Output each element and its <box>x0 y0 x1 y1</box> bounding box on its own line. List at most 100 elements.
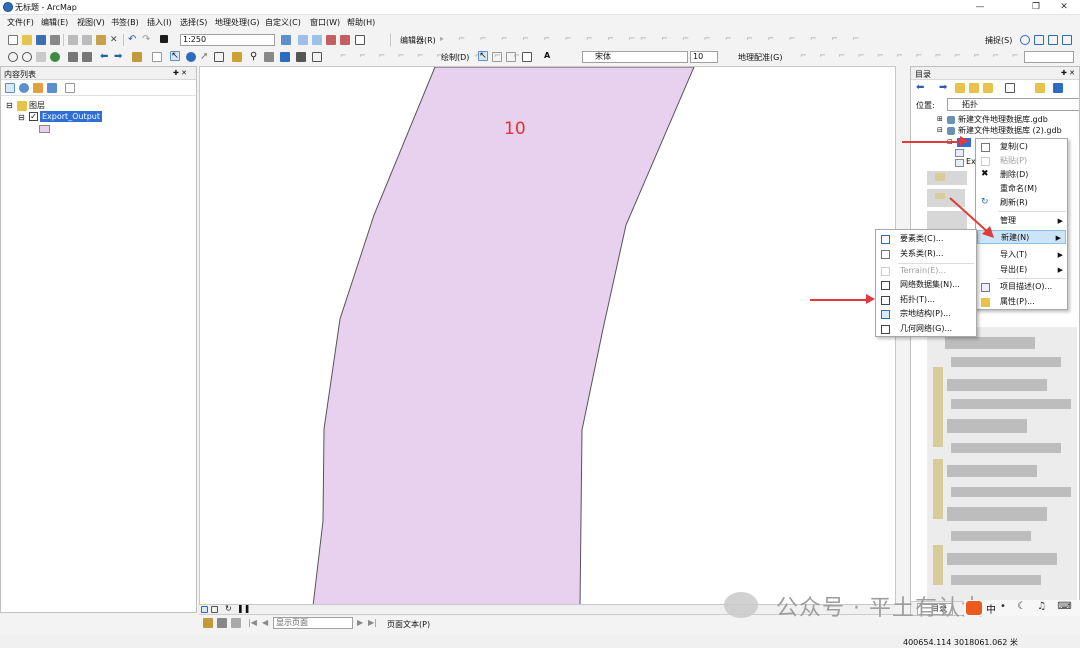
menu-bookmarks[interactable]: 书签(B) <box>111 17 139 28</box>
list-by-selection-icon[interactable] <box>47 83 57 93</box>
catalog-home-icon[interactable] <box>969 83 979 93</box>
time-slider-icon[interactable] <box>296 52 306 62</box>
catalog-pin-close[interactable]: ✚ ✕ <box>1061 69 1075 77</box>
font-size-select[interactable]: 10 <box>690 51 718 63</box>
tree-expand-icon[interactable]: ⊟ <box>937 126 943 134</box>
scale-input[interactable]: 1:250 <box>180 34 275 46</box>
ime-mode-icon[interactable]: 中 <box>986 601 996 616</box>
layout-zoom-icon[interactable] <box>203 618 213 628</box>
save-icon[interactable] <box>36 35 46 45</box>
fixed-zoom-out-icon[interactable] <box>82 52 92 62</box>
vertex-snap-icon[interactable] <box>1048 35 1058 45</box>
pan-icon[interactable] <box>36 52 46 62</box>
select-elements-icon[interactable]: ↖ <box>170 51 180 61</box>
layer-expand-toggle-icon[interactable]: ⊟ <box>18 113 25 122</box>
tree-gdb-1[interactable]: 新建文件地理数据库.gdb <box>958 114 1048 125</box>
list-by-visibility-icon[interactable] <box>33 83 43 93</box>
list-by-drawing-order-icon[interactable] <box>5 83 15 93</box>
catalog-back-icon[interactable]: ⬅ <box>916 83 926 93</box>
refresh-view-icon[interactable]: ↻ <box>225 605 235 615</box>
delete-icon[interactable]: ✕ <box>110 35 120 45</box>
new-icon[interactable] <box>8 35 18 45</box>
search-window-icon[interactable] <box>326 35 336 45</box>
menu-selection[interactable]: 选择(S) <box>180 17 207 28</box>
catalog-window-icon[interactable] <box>312 35 322 45</box>
menu-item-import[interactable]: 导入(T) ▶ <box>976 248 1067 262</box>
close-button[interactable]: ✕ <box>1050 1 1078 13</box>
layer-visibility-checkbox[interactable]: ✓ <box>29 112 38 121</box>
toc-pin-close[interactable]: ✚ ✕ <box>173 69 187 77</box>
rectangle-icon[interactable] <box>522 52 532 62</box>
layout-pan-icon[interactable] <box>217 618 227 628</box>
maximize-button[interactable]: ❐ <box>1022 1 1050 13</box>
first-page-icon[interactable]: |◀ <box>248 618 257 627</box>
menu-edit[interactable]: 编辑(E) <box>41 17 68 28</box>
select-features-icon[interactable] <box>132 52 142 62</box>
catalog-connect-icon[interactable] <box>983 83 993 93</box>
list-by-source-icon[interactable] <box>19 83 29 93</box>
text-tool-icon[interactable]: A <box>544 51 550 60</box>
rotate-icon[interactable] <box>492 52 502 62</box>
map-display[interactable]: 10 <box>199 66 896 605</box>
prev-page-icon[interactable]: ◀ <box>262 618 268 627</box>
zoom-out-icon[interactable] <box>22 52 32 62</box>
find-route-icon[interactable] <box>264 52 274 62</box>
layers-group-label[interactable]: 图层 <box>29 100 45 111</box>
location-input[interactable]: 拓扑 <box>947 98 1079 111</box>
pause-drawing-icon[interactable]: ❚❚ <box>237 605 250 615</box>
edge-snap-icon[interactable] <box>1062 35 1072 45</box>
menu-customize[interactable]: 自定义(C) <box>265 17 301 28</box>
page-select[interactable]: 显示页面 <box>273 617 353 629</box>
next-page-icon[interactable]: ▶ <box>357 618 363 627</box>
font-name-select[interactable]: 宋体 <box>582 51 688 63</box>
menu-item-description[interactable]: 项目描述(O)... <box>976 280 1067 294</box>
open-icon[interactable] <box>22 35 32 45</box>
layout-page-icon[interactable] <box>231 618 241 628</box>
menu-file[interactable]: 文件(F) <box>7 17 34 28</box>
expand-toggle-icon[interactable]: ⊟ <box>6 101 13 110</box>
identify-icon[interactable] <box>186 52 196 62</box>
end-snap-icon[interactable] <box>1034 35 1044 45</box>
draw-menu[interactable]: 绘制(D) <box>441 52 469 63</box>
arctoolbox-icon[interactable] <box>340 35 350 45</box>
editor-toolbar-icon[interactable] <box>281 35 291 45</box>
submenu-item-topology[interactable]: 拓扑(T)... <box>876 293 976 307</box>
menu-windows[interactable]: 窗口(W) <box>310 17 340 28</box>
toc-window-icon[interactable] <box>298 35 308 45</box>
minimize-button[interactable]: — <box>966 1 994 13</box>
cut-icon[interactable] <box>68 35 78 45</box>
menu-insert[interactable]: 插入(I) <box>147 17 172 28</box>
back-extent-icon[interactable]: ⬅ <box>100 52 110 62</box>
layer-name[interactable]: Export_Output <box>40 111 102 122</box>
full-extent-icon[interactable] <box>50 52 60 62</box>
fixed-zoom-in-icon[interactable] <box>68 52 78 62</box>
tree-gdb-2[interactable]: 新建文件地理数据库 (2).gdb <box>958 125 1062 136</box>
catalog-new-folder-icon[interactable] <box>1035 83 1045 93</box>
forward-extent-icon[interactable]: ➡ <box>114 52 124 62</box>
menu-item-properties[interactable]: 属性(P)... <box>976 295 1067 309</box>
tree-expand-icon[interactable]: ⊞ <box>937 115 943 123</box>
go-to-xy-icon[interactable] <box>280 52 290 62</box>
point-snap-icon[interactable] <box>1020 35 1030 45</box>
last-page-icon[interactable]: ▶| <box>368 618 377 627</box>
snapping-menu[interactable]: 捕捉(S) <box>985 35 1012 46</box>
page-text-menu[interactable]: 页面文本(P) <box>387 619 430 630</box>
layer-symbol-swatch[interactable] <box>39 125 50 133</box>
clear-selection-icon[interactable] <box>152 52 162 62</box>
menu-item-export[interactable]: 导出(E) ▶ <box>976 263 1067 277</box>
copy-icon[interactable] <box>82 35 92 45</box>
menu-help[interactable]: 帮助(H) <box>347 17 375 28</box>
georeferencing-menu[interactable]: 地理配准(G) <box>738 52 782 63</box>
find-icon[interactable]: ⚲ <box>250 52 260 62</box>
redo-icon[interactable]: ↷ <box>142 35 152 45</box>
toc-options-icon[interactable] <box>65 83 75 93</box>
html-popup-icon[interactable] <box>214 52 224 62</box>
submenu-item-parcel-fabric[interactable]: 宗地结构(P)... <box>876 307 976 321</box>
submenu-item-network-dataset[interactable]: 网络数据集(N)... <box>876 278 976 292</box>
layout-view-icon[interactable] <box>211 606 218 613</box>
select-pointer-icon[interactable]: ↖ <box>478 51 488 61</box>
create-viewer-icon[interactable] <box>312 52 322 62</box>
menu-view[interactable]: 视图(V) <box>77 17 105 28</box>
add-data-icon[interactable] <box>160 35 168 43</box>
zoom-in-icon[interactable] <box>8 52 18 62</box>
